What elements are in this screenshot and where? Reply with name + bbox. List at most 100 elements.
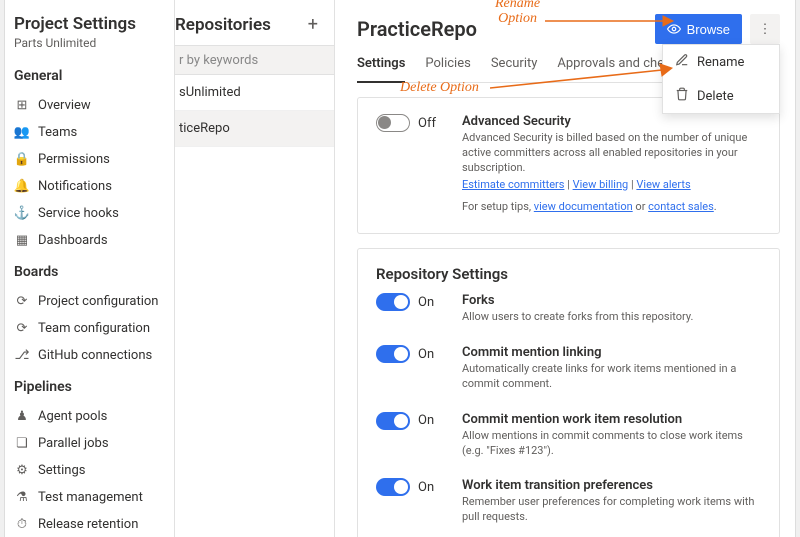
sidebar-item-label: Test management <box>38 490 143 505</box>
settings-icon: ⚙ <box>14 463 30 478</box>
advanced-security-toggle[interactable] <box>376 114 410 132</box>
sidebar-item-label: Overview <box>38 98 91 113</box>
add-repository-button[interactable]: + <box>302 14 324 35</box>
sidebar-item-overview[interactable]: ⊞ Overview <box>14 92 174 119</box>
browse-button-label: Browse <box>687 22 730 37</box>
team-config-icon: ⟳ <box>14 321 30 336</box>
commit-mention-resolution-title: Commit mention work item resolution <box>462 412 761 427</box>
eye-icon <box>667 22 681 36</box>
sidebar-item-label: Permissions <box>38 152 110 167</box>
toggle-state-label: On <box>418 480 434 495</box>
sidebar-item-project-config[interactable]: ⟳Project configuration <box>14 288 174 315</box>
tab-settings[interactable]: Settings <box>357 48 405 83</box>
tab-security[interactable]: Security <box>491 48 538 82</box>
forks-desc: Allow users to create forks from this re… <box>462 310 761 325</box>
repo-title: PracticeRepo <box>357 17 477 41</box>
sidebar-item-label: Project configuration <box>38 294 158 309</box>
repo-list-item[interactable]: ticeRepo <box>175 111 334 147</box>
sidebar-title: Project Settings <box>14 14 174 34</box>
view-alerts-link[interactable]: View alerts <box>636 178 690 191</box>
commit-mention-linking-title: Commit mention linking <box>462 345 761 360</box>
sidebar-item-github-connections[interactable]: ⎇ GitHub connections <box>14 342 174 369</box>
rename-icon <box>675 53 689 71</box>
sidebar-item-label: Settings <box>38 463 85 478</box>
search-placeholder-text: r by keywords <box>179 53 258 68</box>
sidebar-group-boards: Boards <box>14 264 174 280</box>
repo-list-item[interactable]: sUnlimited <box>175 75 334 111</box>
commit-mention-resolution-toggle[interactable] <box>376 412 410 430</box>
estimate-committers-link[interactable]: Estimate committers <box>462 178 564 191</box>
sidebar-item-service-hooks[interactable]: ⚓ Service hooks <box>14 200 174 227</box>
sidebar-item-label: GitHub connections <box>38 348 152 363</box>
work-item-transition-desc: Remember user preferences for completing… <box>462 495 761 525</box>
overview-icon: ⊞ <box>14 98 30 113</box>
repositories-heading: Repositories <box>175 15 271 35</box>
toggle-state-label: On <box>418 347 434 362</box>
sidebar-item-release-retention[interactable]: ⏱ Release retention <box>14 511 174 537</box>
sidebar-item-label: Service hooks <box>38 206 119 221</box>
sidebar-group-pipelines: Pipelines <box>14 379 174 395</box>
sidebar-item-parallel-jobs[interactable]: ❏ Parallel jobs <box>14 430 174 457</box>
repo-item-label: ticeRepo <box>179 121 230 136</box>
sidebar-item-label: Dashboards <box>38 233 108 248</box>
sidebar-item-label: Teams <box>38 125 77 140</box>
sidebar-item-label: Parallel jobs <box>38 436 109 451</box>
advanced-security-title: Advanced Security <box>462 114 761 129</box>
sidebar-item-teams[interactable]: 👥Teams <box>14 119 174 146</box>
forks-title: Forks <box>462 293 761 308</box>
toggle-state-label: On <box>418 413 434 428</box>
delete-label: Delete <box>697 89 734 104</box>
kebab-icon: ⋮ <box>759 21 772 37</box>
sidebar-item-label: Team configuration <box>38 321 150 336</box>
more-actions-button[interactable]: ⋮ <box>750 14 780 44</box>
view-documentation-link[interactable]: view documentation <box>534 200 633 213</box>
commit-mention-linking-toggle[interactable] <box>376 345 410 363</box>
repo-actions-menu: Rename Delete <box>662 44 780 114</box>
github-icon: ⎇ <box>14 348 30 363</box>
toggle-state-label: Off <box>418 116 436 131</box>
delete-menu-item[interactable]: Delete <box>663 79 779 113</box>
advanced-security-card: Off Advanced Security Advanced Security … <box>357 97 780 234</box>
agent-pools-icon: ♟ <box>14 409 30 424</box>
repositories-panel: Repositories + r by keywords sUnlimited … <box>175 0 335 537</box>
trash-icon <box>675 87 689 105</box>
contact-sales-link[interactable]: contact sales <box>648 200 714 213</box>
service-hooks-icon: ⚓ <box>14 206 30 221</box>
sidebar-item-test-management[interactable]: ⚗ Test management <box>14 484 174 511</box>
sidebar-item-agent-pools[interactable]: ♟ Agent pools <box>14 403 174 430</box>
sidebar-subtitle: Parts Unlimited <box>14 36 174 50</box>
project-settings-sidebar: Project Settings Parts Unlimited General… <box>0 0 175 537</box>
work-item-transition-toggle[interactable] <box>376 478 410 496</box>
repository-settings-heading: Repository Settings <box>376 265 761 283</box>
notifications-icon: 🔔 <box>14 179 30 194</box>
main-content: PracticeRepo Browse ⋮ Settings Policies … <box>335 0 800 537</box>
release-retention-icon: ⏱ <box>14 517 30 532</box>
repo-item-label: sUnlimited <box>179 85 241 100</box>
advanced-security-desc: Advanced Security is billed based on the… <box>462 131 761 176</box>
rename-menu-item[interactable]: Rename <box>663 45 779 79</box>
sidebar-item-dashboards[interactable]: ▦ Dashboards <box>14 227 174 254</box>
rename-label: Rename <box>697 55 744 70</box>
parallel-jobs-icon: ❏ <box>14 436 30 451</box>
sidebar-group-general: General <box>14 68 174 84</box>
commit-mention-linking-desc: Automatically create links for work item… <box>462 362 761 392</box>
sidebar-item-permissions[interactable]: 🔒Permissions <box>14 146 174 173</box>
work-item-transition-title: Work item transition preferences <box>462 478 761 493</box>
sidebar-item-settings[interactable]: ⚙ Settings <box>14 457 174 484</box>
setup-tips-prefix: For setup tips, <box>462 200 534 213</box>
dashboards-icon: ▦ <box>14 233 30 248</box>
setup-tips-mid: or <box>633 200 648 213</box>
sidebar-item-label: Release retention <box>38 517 138 532</box>
test-mgmt-icon: ⚗ <box>14 490 30 505</box>
repo-search-input[interactable]: r by keywords <box>175 45 334 75</box>
commit-mention-resolution-desc: Allow mentions in commit comments to clo… <box>462 429 761 459</box>
sidebar-item-label: Agent pools <box>38 409 107 424</box>
forks-toggle[interactable] <box>376 293 410 311</box>
sidebar-item-team-config[interactable]: ⟳ Team configuration <box>14 315 174 342</box>
view-billing-link[interactable]: View billing <box>573 178 629 191</box>
toggle-state-label: On <box>418 295 434 310</box>
setup-tips-suffix: . <box>714 200 717 213</box>
browse-button[interactable]: Browse <box>655 14 742 44</box>
sidebar-item-notifications[interactable]: 🔔Notifications <box>14 173 174 200</box>
tab-policies[interactable]: Policies <box>425 48 470 82</box>
